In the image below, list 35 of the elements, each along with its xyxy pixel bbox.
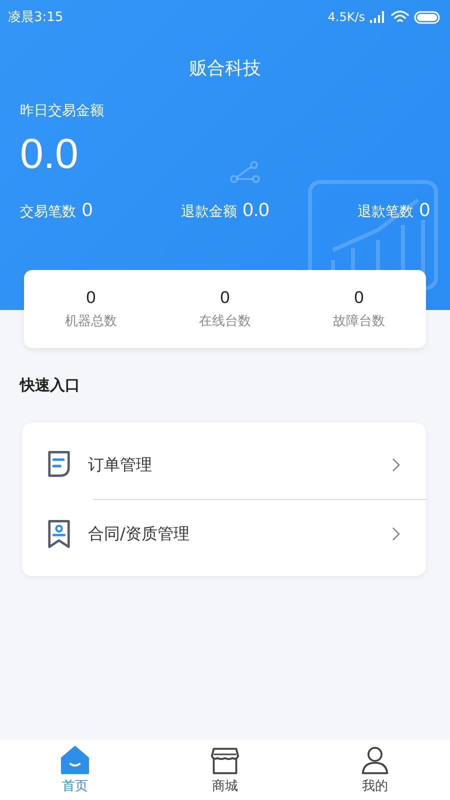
machine-label: 在线台数 (199, 313, 251, 330)
stat-label: 交易笔数 (20, 203, 76, 221)
network-speed: 4.5K/s (328, 10, 365, 24)
document-icon (46, 450, 72, 480)
battery-icon (414, 10, 440, 24)
stat-value: 0.0 (242, 200, 270, 222)
machine-count: 0 (86, 288, 96, 308)
menu-label: 合同/资质管理 (88, 524, 190, 544)
tab-item[interactable]: 我的 (300, 740, 450, 800)
network-icon (229, 160, 261, 184)
person-icon (360, 745, 390, 775)
page-title: 贩合科技 (188, 57, 262, 80)
machine-label: 机器总数 (65, 313, 117, 330)
section-title: 快速入口 (20, 376, 81, 395)
menu-item[interactable]: 订单管理 (22, 431, 426, 499)
tab-item[interactable]: 商城 (150, 740, 300, 800)
machine-count: 0 (354, 288, 364, 308)
menu-item[interactable]: 合同/资质管理 (22, 500, 426, 568)
store-icon (210, 745, 240, 775)
wifi-icon (391, 10, 409, 24)
menu-label: 订单管理 (88, 454, 153, 476)
chevron-icon (392, 458, 400, 472)
home-icon (60, 745, 90, 775)
stat-value: 0 (419, 200, 430, 222)
stat-value: 0 (82, 200, 93, 222)
stat-label: 退款笔数 (357, 203, 414, 221)
bookmark-icon (46, 519, 72, 549)
stat-label: 退款金额 (180, 203, 237, 221)
status-time: 凌晨3:15 (8, 9, 64, 26)
machine-count: 0 (220, 288, 230, 308)
summary-amount: 0.0 (20, 129, 78, 179)
machine-label: 故障台数 (333, 313, 385, 330)
summary-label: 昨日交易金额 (20, 102, 105, 120)
chevron-icon (392, 527, 400, 541)
signal-icon (370, 11, 386, 23)
